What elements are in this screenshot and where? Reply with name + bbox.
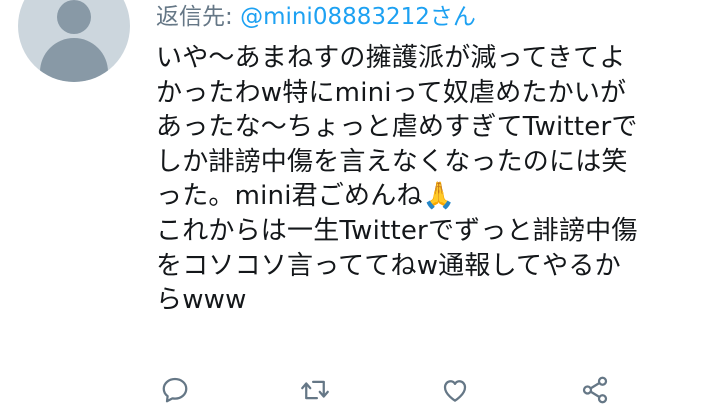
tweet-text-line: しか誹謗中傷を言えなくなったのには笑 <box>156 146 628 177</box>
retweet-icon <box>301 380 329 400</box>
share-icon <box>582 376 608 404</box>
avatar-body <box>40 38 108 82</box>
tweet-text-line: いや〜あまねすの擁護派が減ってきてよ <box>156 43 626 73</box>
avatar[interactable] <box>18 0 130 82</box>
avatar-head <box>57 0 91 34</box>
retweet-button[interactable] <box>298 373 332 407</box>
reply-to-line: 返信先: @mini08883212さん <box>156 2 476 32</box>
tweet-actions <box>156 373 626 407</box>
tweet-text-line: かったわw特にminiって奴虐めたかいが <box>156 77 627 108</box>
tweet-text-line: った。mini君ごめんね🙏 <box>156 181 456 212</box>
reply-to-handle-link[interactable]: @mini08883212さん <box>240 4 476 30</box>
tweet: 返信先: @mini08883212さん いや〜あまねすの擁護派が減ってきてよ … <box>0 0 720 418</box>
tweet-text-line: をコソコソ言っててねw通報してやるか <box>156 250 621 281</box>
tweet-text: いや〜あまねすの擁護派が減ってきてよ かったわw特にminiって奴虐めたかいが … <box>156 41 701 318</box>
reply-icon <box>162 377 188 403</box>
tweet-text-line: あったな〜ちょっと虐めすぎてTwitterで <box>156 112 638 143</box>
reply-to-prefix: 返信先: <box>156 4 241 30</box>
reply-button[interactable] <box>158 373 192 407</box>
tweet-text-line: らwww <box>156 285 247 316</box>
like-button[interactable] <box>438 373 472 407</box>
tweet-text-line: これからは一生Twitterでずっと誹謗中傷 <box>156 215 638 246</box>
like-icon <box>443 380 467 402</box>
share-button[interactable] <box>578 373 612 407</box>
